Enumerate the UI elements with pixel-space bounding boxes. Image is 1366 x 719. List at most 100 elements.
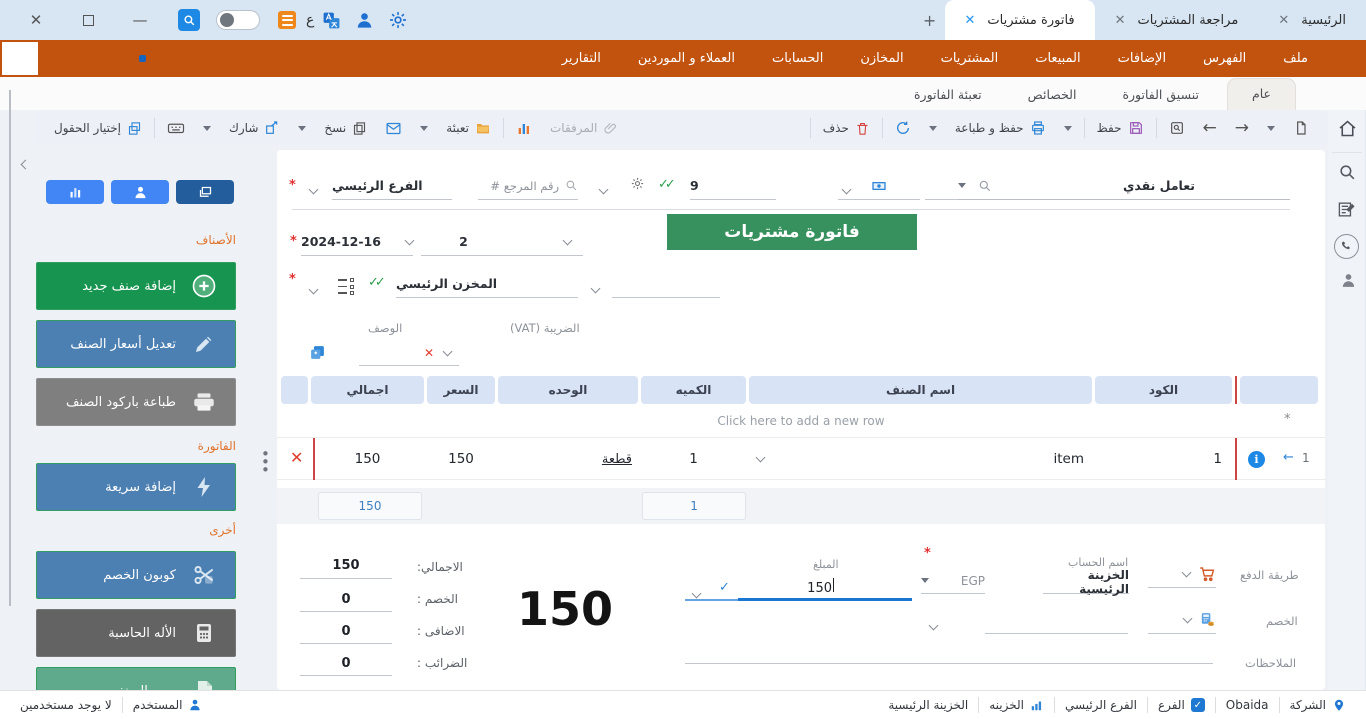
supplier-dropdown-icon[interactable] bbox=[958, 183, 966, 188]
status-treasury-value[interactable]: الخزينة الرئيسية bbox=[878, 698, 978, 712]
payment-method-dropdown-icon[interactable] bbox=[1182, 567, 1192, 577]
date-dropdown-icon[interactable] bbox=[405, 235, 415, 245]
row-unit-cell[interactable]: قطعة bbox=[498, 447, 638, 471]
menu-sales[interactable]: المبيعات bbox=[1035, 51, 1080, 66]
sidebar-chart-button[interactable] bbox=[46, 180, 104, 204]
menu-list-icon[interactable] bbox=[278, 11, 296, 29]
save-button[interactable]: حفظ bbox=[1088, 111, 1153, 145]
table-header-price[interactable]: السعر bbox=[427, 376, 495, 404]
series-dropdown-icon[interactable] bbox=[563, 235, 573, 245]
amount-dropdown-icon[interactable] bbox=[693, 586, 700, 601]
status-users-value[interactable]: لا يوجد مستخدمين bbox=[10, 698, 122, 712]
list-options-icon[interactable] bbox=[338, 278, 354, 295]
drag-handle-icon[interactable]: ••• bbox=[261, 450, 270, 474]
strip-form-button[interactable] bbox=[1337, 200, 1356, 219]
language-letter[interactable]: ع bbox=[306, 12, 314, 28]
menu-index[interactable]: الفهرس bbox=[1203, 51, 1246, 66]
settings-gear-icon[interactable] bbox=[388, 10, 408, 30]
amount-input[interactable]: 150 bbox=[738, 576, 912, 598]
notes-field[interactable] bbox=[685, 640, 1213, 664]
forward-arrow-button[interactable]: → bbox=[1226, 111, 1258, 145]
status-branch[interactable]: ✓ الفرع bbox=[1148, 698, 1215, 712]
statistics-button[interactable] bbox=[507, 111, 541, 145]
add-item-button[interactable]: إضافة صنف جديد bbox=[36, 262, 236, 310]
discount-type-field[interactable] bbox=[1148, 606, 1216, 634]
subtab-invoice-format[interactable]: تنسيق الفاتورة bbox=[1104, 80, 1217, 110]
refresh-dropdown[interactable] bbox=[920, 111, 946, 145]
vat-field[interactable]: ✕ bbox=[359, 340, 459, 366]
double-check-icon[interactable]: ✓✓ bbox=[368, 275, 382, 290]
close-window-icon[interactable]: ✕ bbox=[16, 0, 56, 40]
cost-center-field[interactable] bbox=[612, 270, 720, 298]
status-company-value[interactable]: Obaida bbox=[1216, 698, 1279, 712]
tab-home[interactable]: الرئيسية ✕ bbox=[1258, 0, 1366, 40]
vat-dropdown-icon[interactable] bbox=[443, 346, 453, 356]
maximize-window-icon[interactable] bbox=[68, 0, 108, 40]
status-user[interactable]: المستخدم bbox=[123, 698, 213, 712]
share-button[interactable]: شارك bbox=[220, 111, 289, 145]
menu-purchases[interactable]: المشتريات bbox=[941, 51, 999, 66]
tab-purchase-invoice[interactable]: فاتورة مشتريات ✕ bbox=[945, 0, 1095, 40]
subtab-properties[interactable]: الخصائص bbox=[1010, 80, 1095, 110]
delete-row-icon[interactable]: ✕ bbox=[290, 448, 303, 467]
sidebar-windows-button[interactable] bbox=[176, 180, 234, 204]
account-name-field[interactable]: الخزينة الرئيسية bbox=[1043, 570, 1129, 594]
fill-dropdown[interactable] bbox=[411, 111, 437, 145]
preview-button[interactable] bbox=[1160, 111, 1194, 145]
refresh-button[interactable] bbox=[886, 111, 920, 145]
new-document-dropdown[interactable] bbox=[1258, 111, 1284, 145]
search-button[interactable] bbox=[178, 9, 200, 31]
home-button[interactable] bbox=[1337, 118, 1358, 139]
payment-method-field[interactable] bbox=[1148, 560, 1216, 588]
invoice-date-field[interactable]: 2024-12-16 bbox=[301, 228, 413, 256]
warehouse-list-dropdown-icon[interactable] bbox=[310, 282, 317, 297]
collapse-sidebar-icon[interactable] bbox=[22, 157, 29, 172]
row-code-cell[interactable]: 1 bbox=[1095, 447, 1232, 471]
table-header-total[interactable]: اجمالي bbox=[311, 376, 424, 404]
calculator-button[interactable]: الأله الحاسبة bbox=[36, 609, 236, 657]
search-icon[interactable] bbox=[978, 179, 992, 193]
save-print-button[interactable]: حفظ و طباعة bbox=[946, 111, 1055, 145]
subtab-general[interactable]: عام bbox=[1227, 78, 1296, 110]
table-header-quantity[interactable]: الكميه bbox=[641, 376, 746, 404]
row-quantity-cell[interactable]: 1 bbox=[641, 447, 746, 471]
double-check-icon[interactable]: ✓✓ bbox=[658, 177, 672, 192]
minimize-window-icon[interactable]: — bbox=[120, 0, 160, 40]
row-price-cell[interactable]: 150 bbox=[427, 447, 495, 471]
theme-toggle[interactable] bbox=[216, 10, 260, 30]
close-tab-icon[interactable]: ✕ bbox=[1115, 13, 1126, 28]
table-header-code[interactable]: الكود bbox=[1095, 376, 1232, 404]
invoice-series-field[interactable] bbox=[506, 228, 583, 256]
confirm-check-icon[interactable]: ✓ bbox=[719, 580, 730, 595]
print-barcode-button[interactable]: طباعة باركود الصنف bbox=[36, 378, 236, 426]
status-branch-value[interactable]: الفرع الرئيسي bbox=[1055, 698, 1147, 712]
share-dropdown[interactable] bbox=[194, 111, 220, 145]
edit-item-prices-button[interactable]: تعديل أسعار الصنف bbox=[36, 320, 236, 368]
fill-button[interactable]: تعبئة bbox=[437, 111, 500, 145]
tab-purchases-review[interactable]: مراجعة المشتريات ✕ bbox=[1095, 0, 1259, 40]
attachments-button[interactable]: المرفقات bbox=[541, 111, 627, 145]
menu-reports[interactable]: التقارير bbox=[562, 51, 601, 66]
field-settings-gear-icon[interactable] bbox=[630, 176, 645, 191]
subtab-invoice-fill[interactable]: تعبئة الفاتورة bbox=[896, 80, 1000, 110]
warehouse-dropdown-icon[interactable] bbox=[592, 281, 599, 296]
row-item-name-cell[interactable]: item bbox=[749, 447, 1092, 471]
table-header-unit[interactable]: الوحده bbox=[498, 376, 638, 404]
reference-number-field[interactable]: رقم المرجع # bbox=[478, 172, 578, 200]
new-document-button[interactable] bbox=[1284, 111, 1318, 145]
branch-dropdown-icon[interactable] bbox=[310, 182, 317, 197]
quick-add-button[interactable]: إضافة سريعة bbox=[36, 463, 236, 511]
email-button[interactable] bbox=[376, 111, 411, 145]
branch-field[interactable]: الفرع الرئيسي bbox=[332, 172, 452, 200]
choose-fields-button[interactable]: إختيار الحقول bbox=[45, 111, 151, 145]
add-new-row[interactable]: Click here to add a new row bbox=[277, 404, 1325, 438]
discount-value-field[interactable] bbox=[985, 608, 1128, 634]
row-info-icon[interactable]: i bbox=[1248, 451, 1265, 468]
menu-file[interactable]: ملف bbox=[1283, 51, 1308, 66]
row-total-cell[interactable]: 150 bbox=[311, 447, 424, 471]
close-tab-icon[interactable]: ✕ bbox=[1278, 13, 1289, 28]
invoice-number-field[interactable]: 2 bbox=[421, 228, 506, 256]
status-company[interactable]: الشركة bbox=[1280, 698, 1356, 712]
delete-button[interactable]: حذف bbox=[814, 111, 879, 145]
translate-icon[interactable] bbox=[322, 11, 341, 30]
